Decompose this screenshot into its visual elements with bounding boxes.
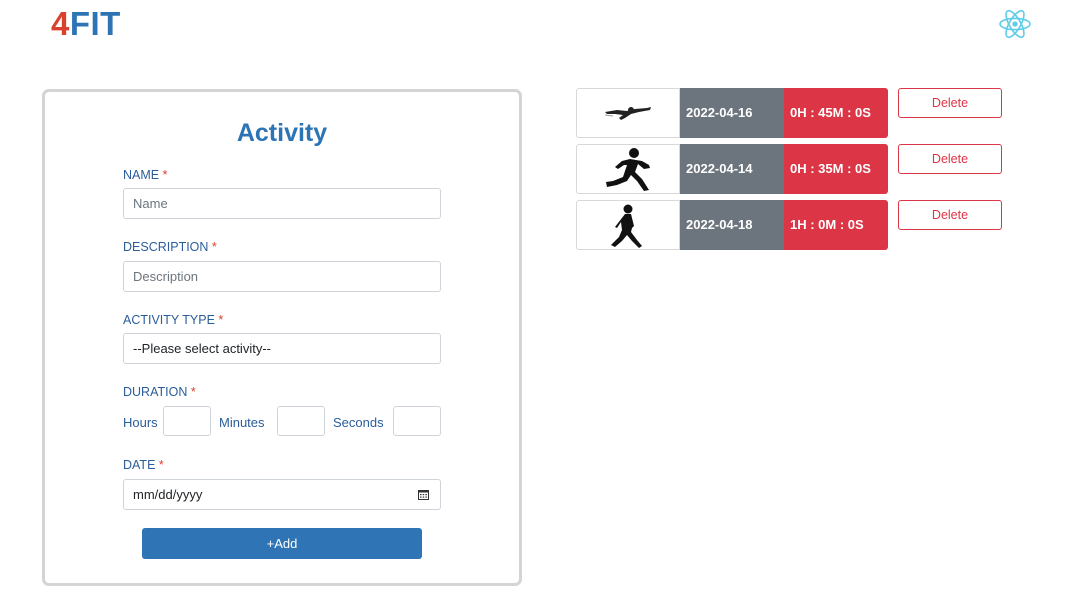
runner-icon bbox=[606, 148, 650, 191]
date-label: DATE * bbox=[123, 458, 164, 472]
seconds-input[interactable] bbox=[393, 406, 441, 436]
hours-label: Hours bbox=[123, 415, 158, 430]
activity-date: 2022-04-16 bbox=[680, 88, 784, 138]
description-input[interactable] bbox=[123, 261, 441, 292]
activity-duration: 1H : 0M : 0S bbox=[784, 200, 888, 250]
activity-entry: 2022-04-18 1H : 0M : 0S bbox=[576, 200, 888, 250]
calendar-icon[interactable] bbox=[418, 489, 429, 500]
walker-icon bbox=[611, 204, 642, 248]
delete-button[interactable]: Delete bbox=[898, 88, 1002, 118]
minutes-input[interactable] bbox=[277, 406, 325, 436]
required-mark: * bbox=[211, 240, 217, 254]
delete-button[interactable]: Delete bbox=[898, 144, 1002, 174]
activity-duration: 0H : 35M : 0S bbox=[784, 144, 888, 194]
minutes-label: Minutes bbox=[219, 415, 265, 430]
logo-prefix: 4 bbox=[51, 5, 70, 42]
required-mark: * bbox=[162, 168, 168, 182]
date-input[interactable]: mm/dd/yyyy bbox=[123, 479, 441, 510]
activity-date: 2022-04-18 bbox=[680, 200, 784, 250]
add-button[interactable]: +Add bbox=[142, 528, 422, 559]
activity-type-label: ACTIVITY TYPE * bbox=[123, 313, 224, 327]
activity-entry: 2022-04-14 0H : 35M : 0S bbox=[576, 144, 888, 194]
delete-button[interactable]: Delete bbox=[898, 200, 1002, 230]
react-atom-icon bbox=[999, 9, 1031, 39]
activity-form-card: Activity NAME * DESCRIPTION * ACTIVITY T… bbox=[42, 89, 522, 586]
name-label: NAME * bbox=[123, 168, 168, 182]
activity-date: 2022-04-14 bbox=[680, 144, 784, 194]
seconds-label: Seconds bbox=[333, 415, 384, 430]
hours-input[interactable] bbox=[163, 406, 211, 436]
description-label: DESCRIPTION * bbox=[123, 240, 217, 254]
required-mark: * bbox=[158, 458, 164, 472]
date-placeholder: mm/dd/yyyy bbox=[133, 487, 203, 502]
activity-thumbnail bbox=[576, 88, 680, 138]
duration-label: DURATION * bbox=[123, 385, 196, 399]
form-title: Activity bbox=[236, 119, 328, 147]
name-input[interactable] bbox=[123, 188, 441, 219]
activity-thumbnail bbox=[576, 144, 680, 194]
required-mark: * bbox=[190, 385, 196, 399]
required-mark: * bbox=[218, 313, 224, 327]
activity-type-select[interactable]: --Please select activity-- bbox=[123, 333, 441, 364]
activity-duration: 0H : 45M : 0S bbox=[784, 88, 888, 138]
activity-type-selected: --Please select activity-- bbox=[133, 341, 271, 356]
activity-thumbnail bbox=[576, 200, 680, 250]
activity-entry: 2022-04-16 0H : 45M : 0S bbox=[576, 88, 888, 138]
duration-row: Hours Minutes Seconds bbox=[123, 406, 441, 437]
app-logo[interactable]: 4FIT bbox=[51, 6, 121, 42]
logo-suffix: FIT bbox=[69, 5, 121, 42]
swimmer-icon bbox=[604, 107, 651, 120]
